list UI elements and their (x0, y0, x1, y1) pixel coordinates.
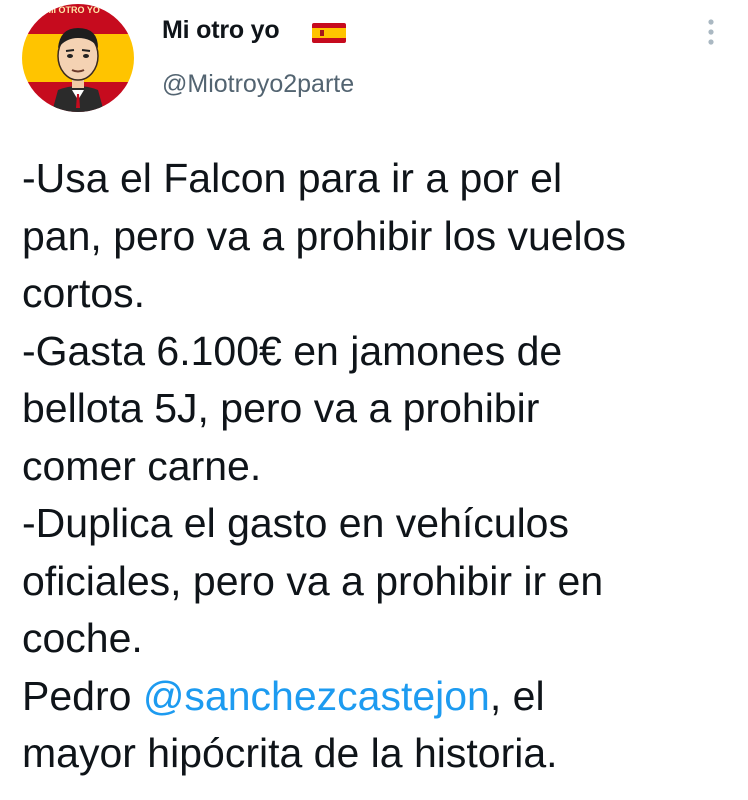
tweet-line: mayor hipócrita de la historia. (22, 730, 558, 776)
avatar-image (22, 4, 134, 112)
avatar[interactable]: MI OTRO YO (22, 4, 134, 112)
tweet-text: -Usa el Falcon para ir a por el pan, per… (22, 150, 742, 783)
tweet-line: coche. (22, 615, 143, 661)
tweet-line: pan, pero va a prohibir los vuelos (22, 212, 626, 259)
tweet-text-fragment: Pedro (22, 672, 143, 719)
vertical-ellipsis-icon[interactable] (704, 16, 718, 48)
spain-flag-icon (312, 23, 346, 43)
tweet-header: MI OTRO YO Mi otro yo @Miotroyo2parte (0, 0, 748, 120)
tweet-line: -Duplica el gasto en vehículos (22, 500, 569, 546)
tweet-line-with-mention: Pedro @sanchezcastejon, el (22, 668, 742, 726)
mention-link[interactable]: @sanchezcastejon (143, 673, 490, 719)
author-handle[interactable]: @Miotroyo2parte (162, 70, 354, 99)
tweet-line: cortos. (22, 270, 146, 316)
author-display-name[interactable]: Mi otro yo (162, 16, 280, 45)
tweet-line: bellota 5J, pero va a prohibir (22, 385, 540, 431)
tweet-line: oficiales, pero va a prohibir ir en (22, 557, 604, 604)
tweet-line: comer carne. (22, 442, 262, 489)
tweet-line: -Usa el Falcon para ir a por el (22, 155, 563, 201)
avatar-banner-text: MI OTRO YO (46, 5, 100, 15)
tweet-line: -Gasta 6.100€ en jamones de (22, 327, 563, 374)
tweet-text-fragment: , el (489, 672, 545, 719)
